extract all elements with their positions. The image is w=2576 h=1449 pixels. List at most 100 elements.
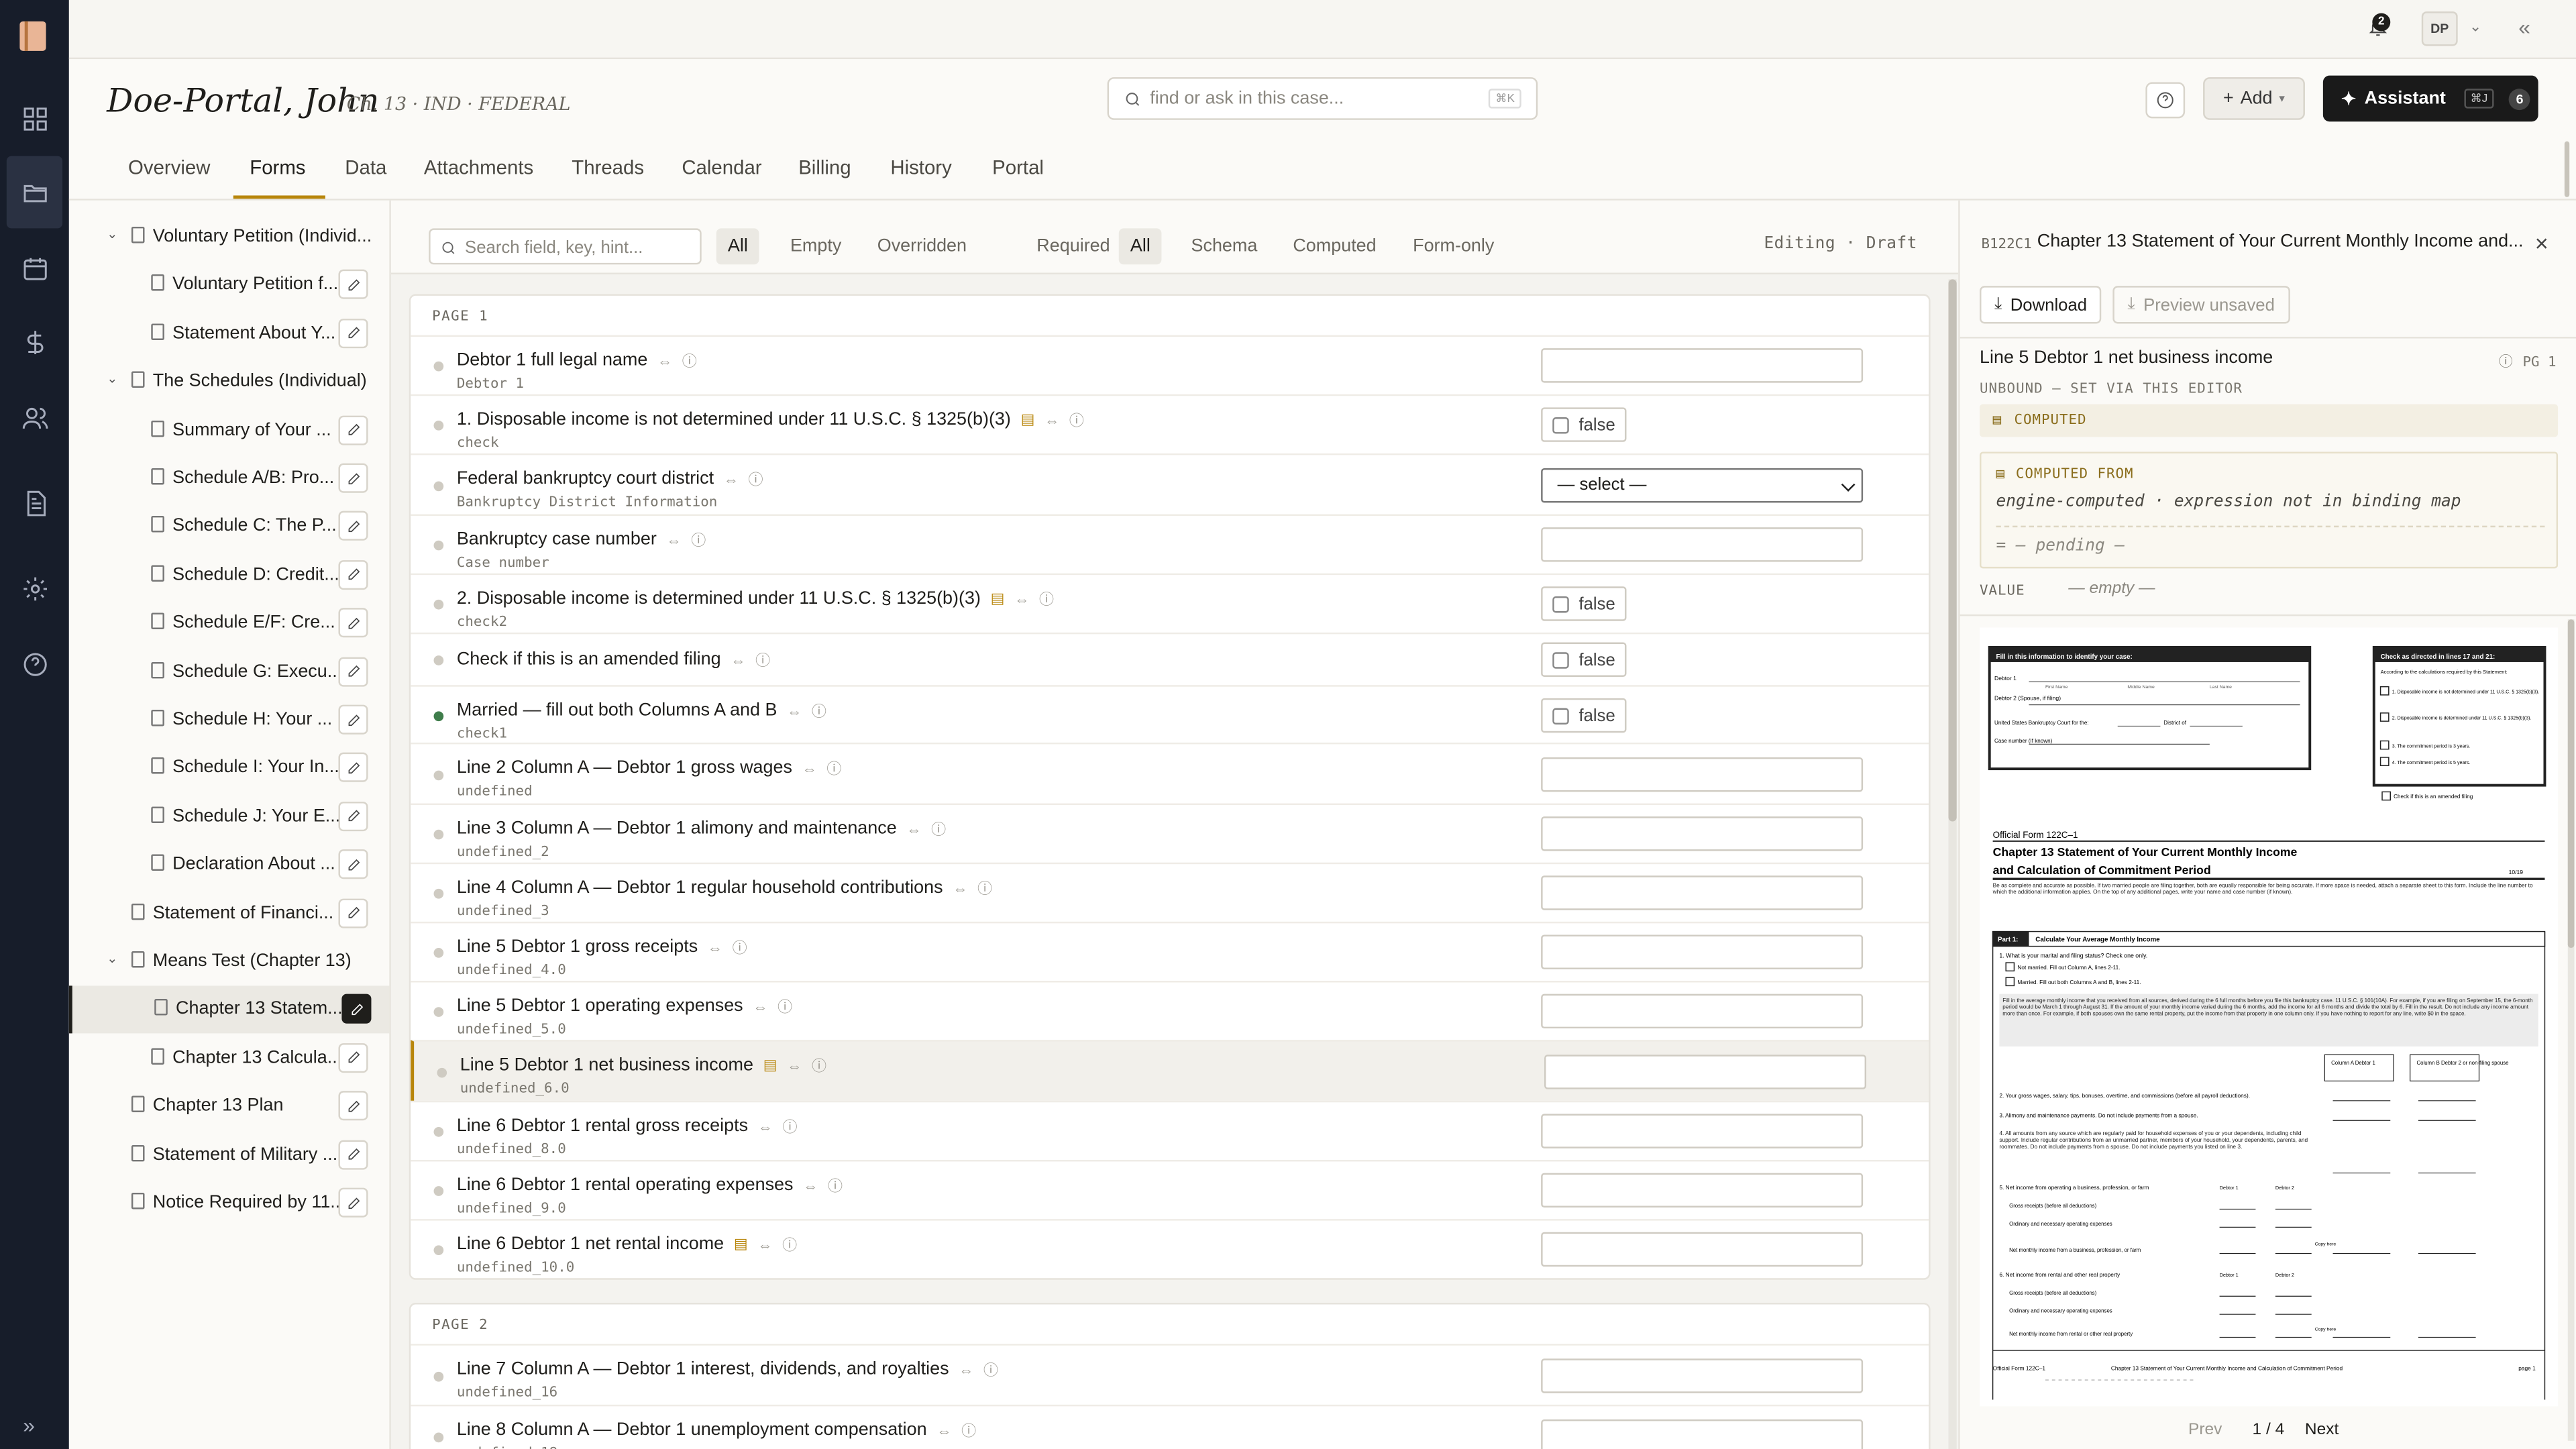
edit-form-button[interactable] (341, 994, 372, 1024)
checkbox-box[interactable] (1552, 595, 1569, 612)
tree-item[interactable]: Summary of Your ... (69, 407, 390, 454)
field-row[interactable]: Federal bankruptcy court district ⇔ ⓘ Bankr… (411, 453, 1929, 515)
tree-item[interactable]: ⌄ Means Test (Chapter 13) (69, 938, 390, 985)
field-text-input[interactable] (1541, 875, 1864, 910)
field-text-input[interactable] (1541, 527, 1864, 562)
field-row[interactable]: Bankruptcy case number ⇔ ⓘ Case number (411, 514, 1929, 574)
field-text-input[interactable] (1541, 348, 1864, 383)
tree-item[interactable]: Chapter 13 Calcula... (69, 1034, 390, 1082)
page-scrollbar[interactable] (2564, 141, 2570, 197)
field-row[interactable]: 1. Disposable income is not determined u… (411, 394, 1929, 453)
field-text-input[interactable] (1541, 994, 1864, 1029)
chevron-down-icon[interactable]: ⌄ (107, 951, 117, 966)
link-icon[interactable]: ⇔ (724, 471, 739, 487)
tab-forms[interactable]: Forms (250, 156, 305, 179)
tab-history[interactable]: History (890, 156, 951, 179)
help-icon[interactable]: ⓘ (755, 649, 770, 670)
tree-item[interactable]: Declaration About ... (69, 841, 390, 889)
preview-scrollbar[interactable] (2567, 619, 2575, 1441)
pdf-preview[interactable]: Fill in this information to identify you… (1980, 627, 2559, 1407)
edit-form-button[interactable] (338, 1139, 368, 1169)
help-icon[interactable]: ⓘ (983, 1358, 998, 1380)
filter-source-all[interactable]: All (1118, 228, 1163, 265)
user-avatar[interactable]: DP (2421, 11, 2458, 46)
link-icon[interactable]: ⇔ (959, 1361, 973, 1377)
field-row[interactable]: Line 6 Debtor 1 net rental income ▤ ⇔ ⓘ unde… (411, 1219, 1929, 1278)
field-text-input[interactable] (1541, 1232, 1864, 1267)
field-search[interactable] (429, 228, 702, 265)
field-text-input[interactable] (1544, 1055, 1867, 1089)
edit-form-button[interactable] (338, 801, 368, 831)
expand-rail-icon[interactable]: » (23, 1413, 35, 1438)
fields-scrollbar[interactable] (1948, 279, 1957, 1449)
field-row[interactable]: Line 8 Column A — Debtor 1 unemployment … (411, 1404, 1929, 1449)
link-icon[interactable]: ⇔ (753, 998, 767, 1014)
tree-item[interactable]: Schedule J: Your E... (69, 793, 390, 841)
checkbox-box[interactable] (1552, 707, 1569, 724)
field-row[interactable]: Line 5 Debtor 1 gross receipts ⇔ ⓘ undefine… (411, 921, 1929, 981)
tree-item[interactable]: Schedule A/B: Pro... (69, 455, 390, 502)
field-row[interactable]: Line 5 Debtor 1 operating expenses ⇔ ⓘ unde… (411, 981, 1929, 1040)
billing-dollar-icon[interactable] (7, 306, 62, 378)
field-row[interactable]: Line 5 Debtor 1 net business income ▤ ⇔ ⓘ un… (411, 1040, 1929, 1101)
filter-schema[interactable]: Schema (1179, 228, 1269, 264)
tab-portal[interactable]: Portal (992, 156, 1044, 179)
filter-overridden[interactable]: Overridden (866, 228, 979, 264)
tree-item[interactable]: Notice Required by 11... (69, 1179, 390, 1227)
close-icon[interactable]: × (2535, 230, 2548, 256)
help-circle-icon[interactable] (7, 628, 62, 700)
help-icon[interactable]: ⓘ (961, 1419, 976, 1441)
field-row[interactable]: Check if this is an amended filing ⇔ ⓘ fals… (411, 632, 1929, 685)
tree-item[interactable]: Chapter 13 Statem... (68, 986, 390, 1034)
filter-required[interactable]: Required (1025, 228, 1122, 264)
field-row[interactable]: Debtor 1 full legal name ⇔ ⓘ Debtor 1 (411, 335, 1929, 394)
edit-form-button[interactable] (338, 415, 368, 445)
tab-billing[interactable]: Billing (798, 156, 851, 179)
link-icon[interactable]: ⇔ (758, 1118, 773, 1134)
chevron-down-icon[interactable]: ⌄ (107, 227, 117, 241)
tab-attachments[interactable]: Attachments (424, 156, 533, 179)
tree-item[interactable]: Schedule E/F: Cre... (69, 600, 390, 647)
edit-form-button[interactable] (338, 559, 368, 590)
edit-form-button[interactable] (338, 511, 368, 541)
tree-item[interactable]: Schedule G: Execu... (69, 648, 390, 696)
edit-form-button[interactable] (338, 704, 368, 735)
tab-overview[interactable]: Overview (128, 156, 210, 179)
field-search-input[interactable] (465, 235, 695, 260)
field-text-input[interactable] (1541, 757, 1864, 792)
download-button[interactable]: ⤓ Download (1980, 286, 2102, 324)
tab-data[interactable]: Data (345, 156, 386, 179)
field-checkbox[interactable]: false (1541, 586, 1627, 621)
tree-item[interactable]: Chapter 13 Plan (69, 1083, 390, 1130)
field-row[interactable]: Married — fill out both Columns A and B ⇔… (411, 685, 1929, 743)
field-row[interactable]: Line 3 Column A — Debtor 1 alimony and m… (411, 803, 1929, 863)
filter-empty[interactable]: Empty (779, 228, 853, 264)
filter-computed[interactable]: Computed (1281, 228, 1388, 264)
chevron-down-icon[interactable]: ⌄ (107, 372, 117, 386)
tree-item[interactable]: ⌄ Voluntary Petition (Individ... (69, 213, 390, 261)
link-icon[interactable]: ⇔ (1044, 411, 1059, 427)
field-row[interactable]: Line 6 Debtor 1 rental operating expense… (411, 1159, 1929, 1219)
link-icon[interactable]: ⇔ (787, 1057, 802, 1073)
link-icon[interactable]: ⇔ (936, 1422, 951, 1438)
pdf-prev-button[interactable]: Prev (2188, 1421, 2222, 1439)
tree-item[interactable]: Schedule D: Credit... (69, 551, 390, 599)
field-select[interactable]: — select — (1541, 468, 1864, 503)
assistant-button[interactable]: ✦ Assistant ⌘J 6 (2322, 75, 2538, 122)
link-icon[interactable]: ⇔ (731, 651, 745, 667)
help-icon[interactable]: ⓘ (1069, 409, 1084, 431)
filter-all[interactable]: All (716, 228, 760, 265)
help-icon[interactable]: ⓘ (828, 1175, 843, 1196)
collapse-panel-icon[interactable]: « (2518, 15, 2530, 40)
tab-threads[interactable]: Threads (572, 156, 644, 179)
edit-form-button[interactable] (338, 318, 368, 348)
tree-item[interactable]: Schedule I: Your In... (69, 745, 390, 792)
help-icon[interactable]: ⓘ (1039, 588, 1054, 610)
help-icon[interactable]: ⓘ (826, 757, 841, 779)
help-icon[interactable]: ⓘ (812, 1055, 826, 1076)
edit-form-button[interactable] (338, 1091, 368, 1121)
pdf-next-button[interactable]: Next (2305, 1421, 2339, 1439)
field-row[interactable]: Line 6 Debtor 1 rental gross receipts ⇔ ⓘ u… (411, 1100, 1929, 1160)
calendar-icon[interactable] (7, 231, 62, 304)
field-checkbox[interactable]: false (1541, 407, 1627, 442)
